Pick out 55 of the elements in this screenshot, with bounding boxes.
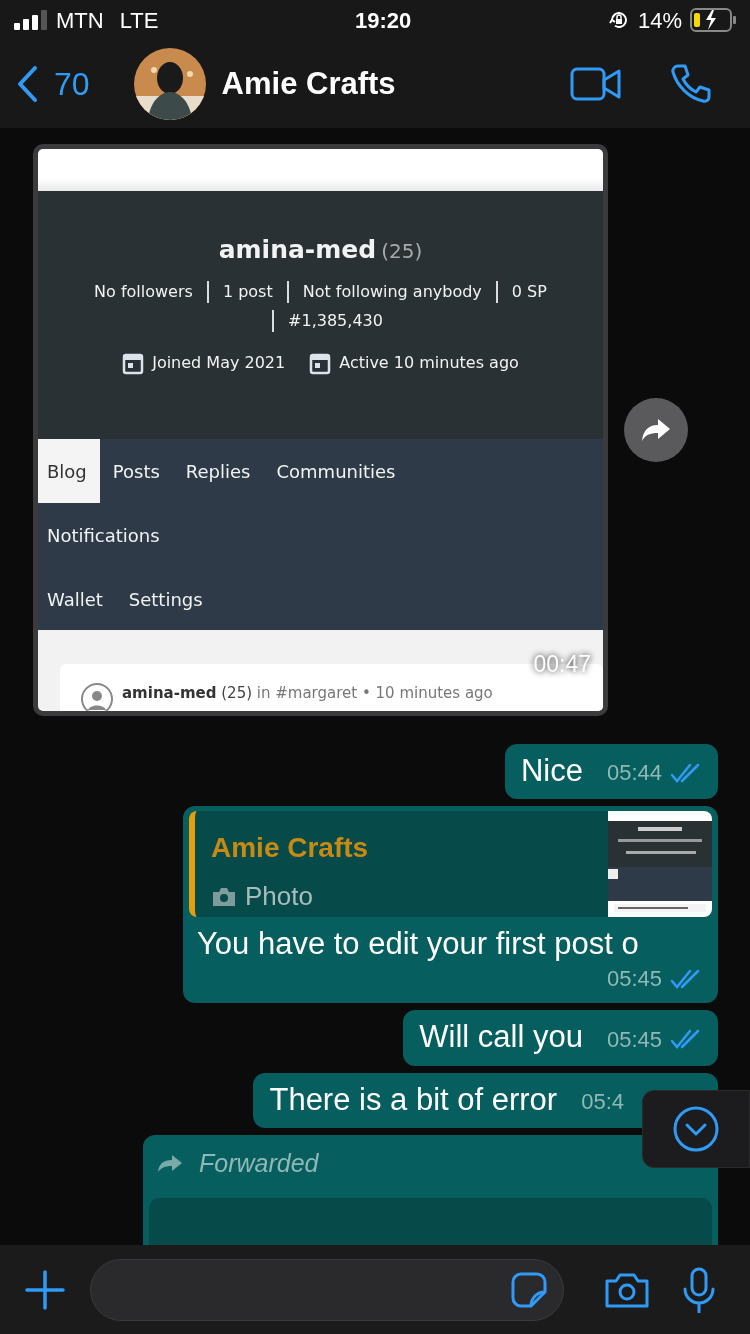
quote-author: Amie Crafts bbox=[211, 831, 370, 866]
microphone-button[interactable] bbox=[682, 1266, 716, 1313]
video-call-button[interactable] bbox=[570, 67, 622, 101]
profile-tab[interactable]: Posts bbox=[99, 439, 173, 503]
profile-tab[interactable]: Blog bbox=[38, 439, 100, 503]
profile-stat: 0 SP bbox=[511, 281, 547, 301]
voice-call-button[interactable] bbox=[670, 63, 712, 105]
video-duration: 00:47 bbox=[533, 649, 591, 679]
message-text: Will call you bbox=[419, 1018, 583, 1056]
username: amina-med bbox=[218, 235, 377, 264]
reputation: (25) bbox=[381, 239, 423, 263]
contact-name[interactable]: Amie Crafts bbox=[221, 60, 570, 108]
chevron-down-circle-icon bbox=[672, 1105, 720, 1153]
video-camera-icon bbox=[570, 67, 622, 101]
profile-stat: No followers bbox=[94, 281, 193, 301]
phone-icon bbox=[670, 63, 712, 105]
post-byline: amina-med (25) in #margaret • 10 minutes ago bbox=[122, 683, 493, 704]
quoted-message[interactable]: Amie Crafts Photo bbox=[189, 811, 712, 918]
message-text: You have to edit your first post o bbox=[197, 925, 640, 963]
profile-tab[interactable]: Notifications bbox=[38, 503, 173, 567]
signal-icon bbox=[14, 10, 48, 30]
camera-icon bbox=[211, 885, 237, 908]
profile-stat: 1 post bbox=[222, 281, 273, 301]
message-text: There is a bit of error bbox=[269, 1080, 558, 1118]
profile-date: Joined May 2021 bbox=[152, 351, 286, 374]
battery-percent: 14% bbox=[637, 6, 682, 35]
attach-button[interactable] bbox=[24, 1268, 66, 1311]
forwarded-label: Forwarded bbox=[199, 1147, 319, 1179]
rotation-lock-icon bbox=[607, 9, 630, 31]
message-time: 05:4 bbox=[581, 1087, 624, 1116]
image-message[interactable] bbox=[33, 144, 608, 716]
profile-tab[interactable]: Wallet bbox=[38, 567, 116, 631]
profile-tab[interactable]: Settings bbox=[115, 567, 216, 631]
back-button[interactable]: 70 bbox=[16, 60, 90, 108]
plus-icon bbox=[24, 1268, 66, 1311]
profile-tab[interactable]: Replies bbox=[172, 439, 264, 503]
profile-tab[interactable]: Communities bbox=[263, 439, 409, 503]
sticker-icon bbox=[511, 1271, 547, 1308]
back-chevron-icon bbox=[16, 65, 38, 103]
scroll-down-button[interactable] bbox=[642, 1090, 750, 1168]
clock-time: 19:20 bbox=[354, 6, 413, 35]
message-time: 05:44 bbox=[606, 759, 662, 788]
network-type: LTE bbox=[119, 6, 159, 35]
microphone-icon bbox=[682, 1266, 716, 1313]
profile-stat: #1,385,430 bbox=[288, 310, 383, 330]
message-text: Nice bbox=[520, 752, 583, 790]
message-time: 05:45 bbox=[606, 965, 662, 994]
avatar-icon bbox=[80, 682, 114, 711]
forward-arrow-icon bbox=[157, 1153, 183, 1174]
profile-stat: Not following anybody bbox=[302, 281, 482, 301]
message-time: 05:45 bbox=[606, 1025, 662, 1054]
quote-label: Photo bbox=[245, 880, 313, 914]
carrier-name: MTN bbox=[56, 6, 104, 35]
profile-date: Active 10 minutes ago bbox=[339, 351, 519, 374]
share-arrow-icon bbox=[641, 417, 671, 443]
